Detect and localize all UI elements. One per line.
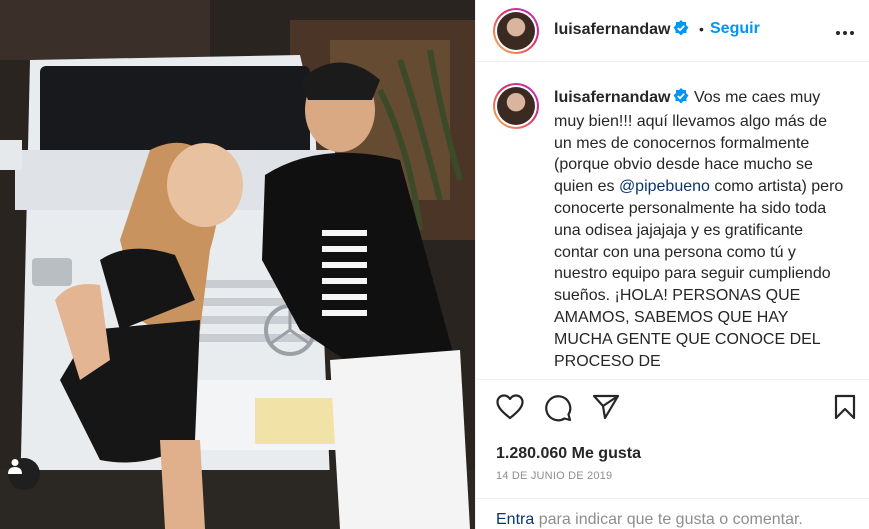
caption-username[interactable]: luisafernandaw [554, 89, 670, 106]
comment-icon[interactable] [544, 394, 572, 427]
login-prompt: Entra para indicar que te gusta o coment… [496, 511, 803, 529]
caption-area: luisafernandaw Vos me caes muy muy bien!… [476, 62, 869, 380]
follow-button[interactable]: Seguir [710, 20, 760, 38]
login-prompt-text: para indicar que te gusta o comentar. [534, 511, 803, 528]
comment-bar: Entra para indicar que te gusta o coment… [476, 498, 869, 529]
author-avatar[interactable] [493, 8, 539, 54]
caption-text: luisafernandaw Vos me caes muy muy bien!… [554, 87, 844, 372]
like-count[interactable]: 1.280.060 Me gusta [496, 445, 641, 463]
bookmark-icon[interactable] [834, 394, 856, 425]
action-bar [476, 380, 869, 440]
share-icon[interactable] [592, 394, 620, 425]
post-date[interactable]: 14 DE JUNIO DE 2019 [496, 470, 612, 482]
verified-badge-icon [673, 88, 689, 111]
post-photo[interactable] [0, 0, 475, 529]
user-tag-icon[interactable] [8, 458, 40, 490]
author-username[interactable]: luisafernandaw [554, 21, 670, 38]
heart-icon[interactable] [496, 394, 524, 425]
caption-mention-link[interactable]: @pipebueno [619, 178, 710, 195]
post-header: luisafernandaw • Seguir [476, 0, 869, 62]
post-photo-illustration [0, 0, 475, 529]
post-details-panel: luisafernandaw • Seguir luisafernandaw V… [475, 0, 869, 529]
verified-badge-icon [673, 20, 689, 41]
more-options-icon[interactable] [836, 20, 854, 36]
avatar-image [497, 87, 535, 125]
avatar-image [497, 12, 535, 50]
separator-dot: • [699, 21, 704, 37]
caption-body-continued: como artista) pero conocerte personalmen… [554, 178, 844, 370]
caption-avatar[interactable] [493, 83, 539, 129]
login-link[interactable]: Entra [496, 511, 534, 528]
